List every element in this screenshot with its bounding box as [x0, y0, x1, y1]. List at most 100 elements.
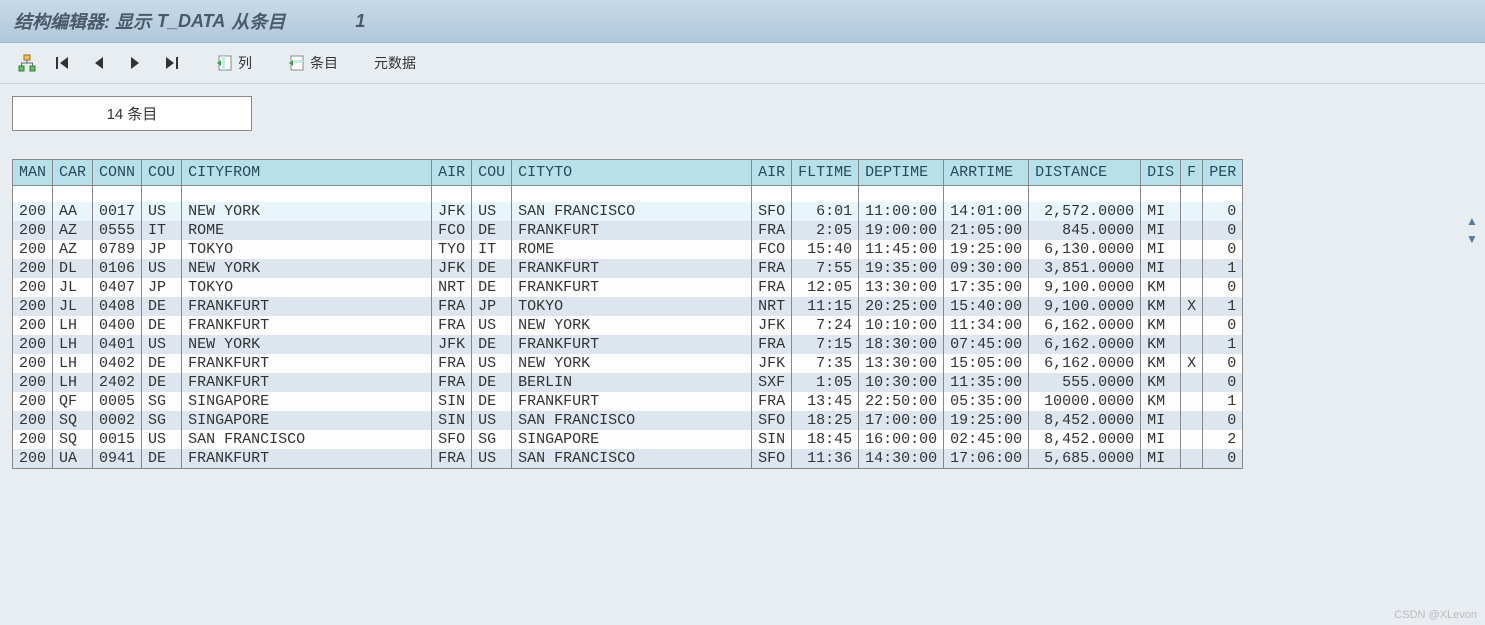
col-header[interactable]: CONN: [93, 160, 142, 186]
cell: NRT: [752, 297, 792, 316]
cell: SFO: [432, 430, 472, 449]
col-header[interactable]: CAR: [53, 160, 93, 186]
cell: 11:15: [792, 297, 859, 316]
entry-button[interactable]: 条目: [284, 51, 342, 75]
cell: US: [472, 411, 512, 430]
col-header[interactable]: F: [1181, 160, 1203, 186]
table-row[interactable]: 200LH0402DEFRANKFURTFRAUSNEW YORKJFK7:35…: [13, 354, 1242, 373]
col-header[interactable]: CITYTO: [512, 160, 752, 186]
table-row[interactable]: 200DL0106USNEW YORKJFKDEFRANKFURTFRA7:55…: [13, 259, 1242, 278]
table-row[interactable]: 200AZ0555ITROMEFCODEFRANKFURTFRA2:0519:0…: [13, 221, 1242, 240]
metadata-button[interactable]: 元数据: [370, 51, 420, 75]
column-button[interactable]: 列: [212, 51, 256, 75]
cell: 13:30:00: [859, 354, 944, 373]
cell: 13:30:00: [859, 278, 944, 297]
cell: FRA: [432, 354, 472, 373]
col-header[interactable]: DIS: [1141, 160, 1181, 186]
table-header-row: MANCARCONNCOUCITYFROMAIRCOUCITYTOAIRFLTI…: [13, 160, 1242, 186]
last-icon[interactable]: [158, 52, 184, 74]
col-header[interactable]: CITYFROM: [182, 160, 432, 186]
toolbar: 列 条目 元数据: [0, 43, 1485, 84]
cell: US: [142, 202, 182, 221]
scroll-down-icon[interactable]: ▼: [1463, 230, 1481, 248]
cell: FRANKFURT: [512, 335, 752, 354]
col-header[interactable]: AIR: [432, 160, 472, 186]
next-icon[interactable]: [122, 52, 148, 74]
table-row[interactable]: 200AA0017USNEW YORKJFKUSSAN FRANCISCOSFO…: [13, 202, 1242, 221]
cell: FRA: [432, 449, 472, 468]
cell: FRANKFURT: [512, 278, 752, 297]
cell: DE: [472, 221, 512, 240]
cell: FRANKFURT: [512, 259, 752, 278]
cell: [1181, 430, 1203, 449]
cell: SIN: [432, 411, 472, 430]
table-row[interactable]: 200UA0941DEFRANKFURTFRAUSSAN FRANCISCOSF…: [13, 449, 1242, 468]
title-bar: 结构编辑器: 显示 T_DATA 从条目 1: [0, 0, 1485, 43]
cell: JFK: [432, 335, 472, 354]
table-row[interactable]: 200JL0408DEFRANKFURTFRAJPTOKYONRT11:1520…: [13, 297, 1242, 316]
cell: IT: [472, 240, 512, 259]
metadata-label: 元数据: [374, 53, 416, 73]
cell: 8,452.0000: [1029, 411, 1141, 430]
table-row[interactable]: 200QF0005SGSINGAPORESINDEFRANKFURTFRA13:…: [13, 392, 1242, 411]
col-header[interactable]: ARRTIME: [944, 160, 1029, 186]
column-label: 列: [238, 53, 252, 73]
cell: AA: [53, 202, 93, 221]
col-header[interactable]: DISTANCE: [1029, 160, 1141, 186]
cell: MI: [1141, 259, 1181, 278]
cell: SG: [142, 411, 182, 430]
cell: 0400: [93, 316, 142, 335]
hierarchy-icon[interactable]: [14, 52, 40, 74]
cell: 21:05:00: [944, 221, 1029, 240]
col-header[interactable]: PER: [1203, 160, 1243, 186]
cell: 7:55: [792, 259, 859, 278]
cell: LH: [53, 335, 93, 354]
cell: 8,452.0000: [1029, 430, 1141, 449]
cell: DE: [142, 449, 182, 468]
cell: 20:25:00: [859, 297, 944, 316]
cell: [1181, 278, 1203, 297]
col-header[interactable]: AIR: [752, 160, 792, 186]
cell: 18:25: [792, 411, 859, 430]
cell: 0402: [93, 354, 142, 373]
cell: NEW YORK: [182, 202, 432, 221]
col-header[interactable]: DEPTIME: [859, 160, 944, 186]
cell: JFK: [752, 316, 792, 335]
cell: JL: [53, 297, 93, 316]
scroll-up-icon[interactable]: ▲: [1463, 212, 1481, 230]
cell: US: [142, 430, 182, 449]
col-header[interactable]: COU: [472, 160, 512, 186]
cell: IT: [142, 221, 182, 240]
cell: 200: [13, 240, 53, 259]
cell: 0: [1203, 411, 1243, 430]
table-row[interactable]: 200JL0407JPTOKYONRTDEFRANKFURTFRA12:0513…: [13, 278, 1242, 297]
cell: 10:30:00: [859, 373, 944, 392]
col-header[interactable]: COU: [142, 160, 182, 186]
cell: 18:45: [792, 430, 859, 449]
col-header[interactable]: FLTIME: [792, 160, 859, 186]
first-icon[interactable]: [50, 52, 76, 74]
cell: 2,572.0000: [1029, 202, 1141, 221]
table-row[interactable]: 200LH0401USNEW YORKJFKDEFRANKFURTFRA7:15…: [13, 335, 1242, 354]
cell: [1181, 240, 1203, 259]
cell: 200: [13, 430, 53, 449]
cell: 200: [13, 259, 53, 278]
table-row[interactable]: 200SQ0015USSAN FRANCISCOSFOSGSINGAPORESI…: [13, 430, 1242, 449]
table-row[interactable]: 200LH2402DEFRANKFURTFRADEBERLINSXF1:0510…: [13, 373, 1242, 392]
cell: JP: [472, 297, 512, 316]
cell: SINGAPORE: [182, 392, 432, 411]
cell: 11:45:00: [859, 240, 944, 259]
cell: JL: [53, 278, 93, 297]
table-row[interactable]: 200AZ0789JPTOKYOTYOITROMEFCO15:4011:45:0…: [13, 240, 1242, 259]
cell: 200: [13, 335, 53, 354]
cell: 05:35:00: [944, 392, 1029, 411]
cell: 200: [13, 373, 53, 392]
table-row[interactable]: 200SQ0002SGSINGAPORESINUSSAN FRANCISCOSF…: [13, 411, 1242, 430]
cell: 0555: [93, 221, 142, 240]
table-row[interactable]: 200LH0400DEFRANKFURTFRAUSNEW YORKJFK7:24…: [13, 316, 1242, 335]
col-header[interactable]: MAN: [13, 160, 53, 186]
cell: US: [142, 259, 182, 278]
title-suffix: 从条目: [231, 8, 285, 34]
prev-icon[interactable]: [86, 52, 112, 74]
cell: SQ: [53, 430, 93, 449]
